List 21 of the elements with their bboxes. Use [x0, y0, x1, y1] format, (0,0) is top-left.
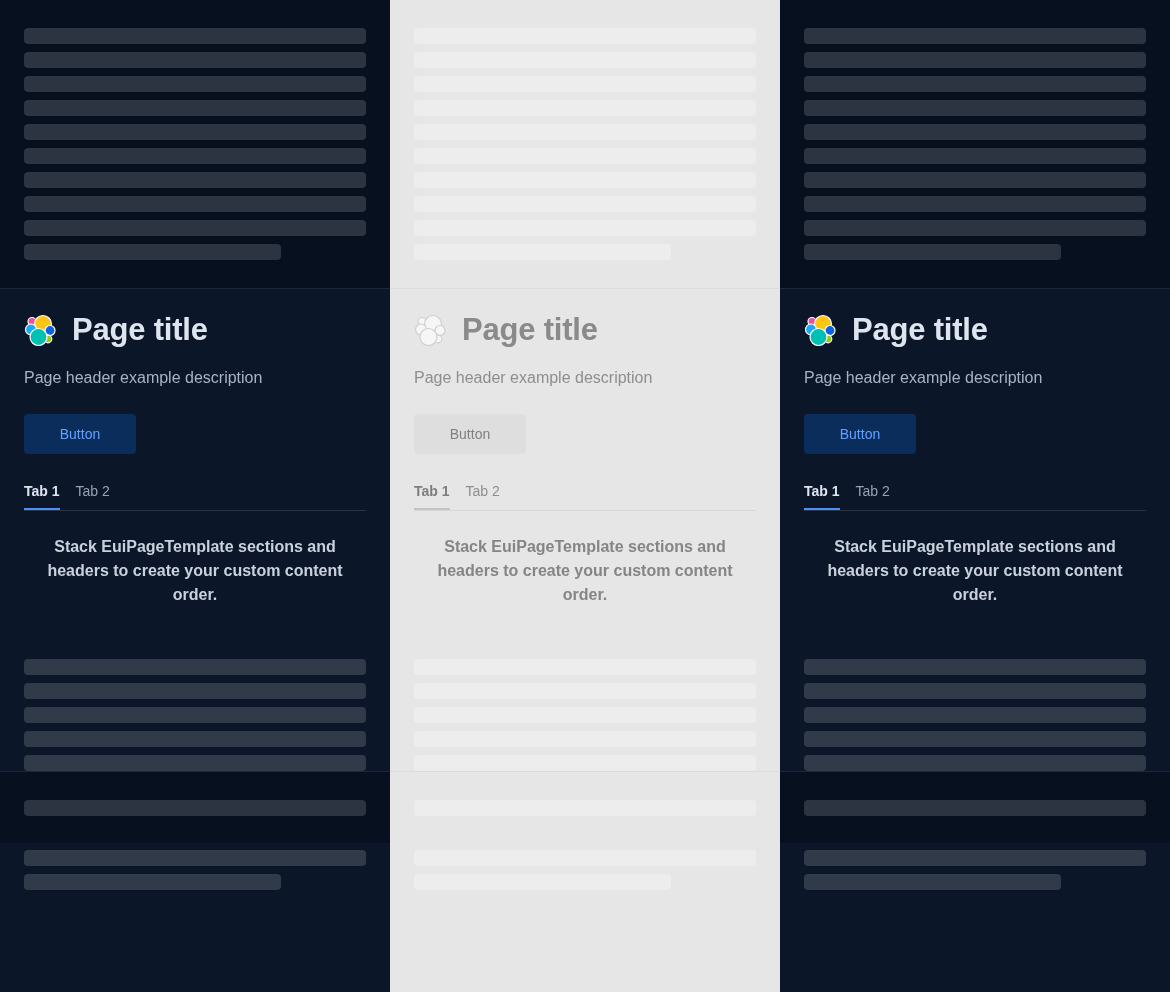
tab[interactable]: Tab 2 [465, 470, 500, 510]
page-title: Page title [462, 313, 598, 347]
tab[interactable]: Tab 1 [24, 470, 60, 510]
page-title: Page title [72, 313, 208, 347]
section-message: Stack EuiPageTemplate sections and headers to create your custom content order. [436, 537, 734, 605]
tab[interactable]: Tab 1 [414, 470, 450, 510]
logo-icon [24, 314, 56, 346]
tab[interactable]: Tab 2 [75, 470, 110, 510]
page-description: Page header example description [414, 368, 654, 388]
section-message: Stack EuiPageTemplate sections and headers to create your custom content order. [826, 537, 1124, 605]
logo-icon [804, 314, 836, 346]
action-button[interactable]: Button [24, 414, 136, 454]
action-button[interactable]: Button [804, 414, 916, 454]
logo-icon [414, 314, 446, 346]
page-title: Page title [852, 313, 988, 347]
page-description: Page header example description [24, 368, 264, 388]
page-description: Page header example description [804, 368, 1044, 388]
tab[interactable]: Tab 1 [804, 470, 840, 510]
section-message: Stack EuiPageTemplate sections and headers to create your custom content order. [46, 537, 344, 605]
action-button[interactable]: Button [414, 414, 526, 454]
tab[interactable]: Tab 2 [855, 470, 890, 510]
